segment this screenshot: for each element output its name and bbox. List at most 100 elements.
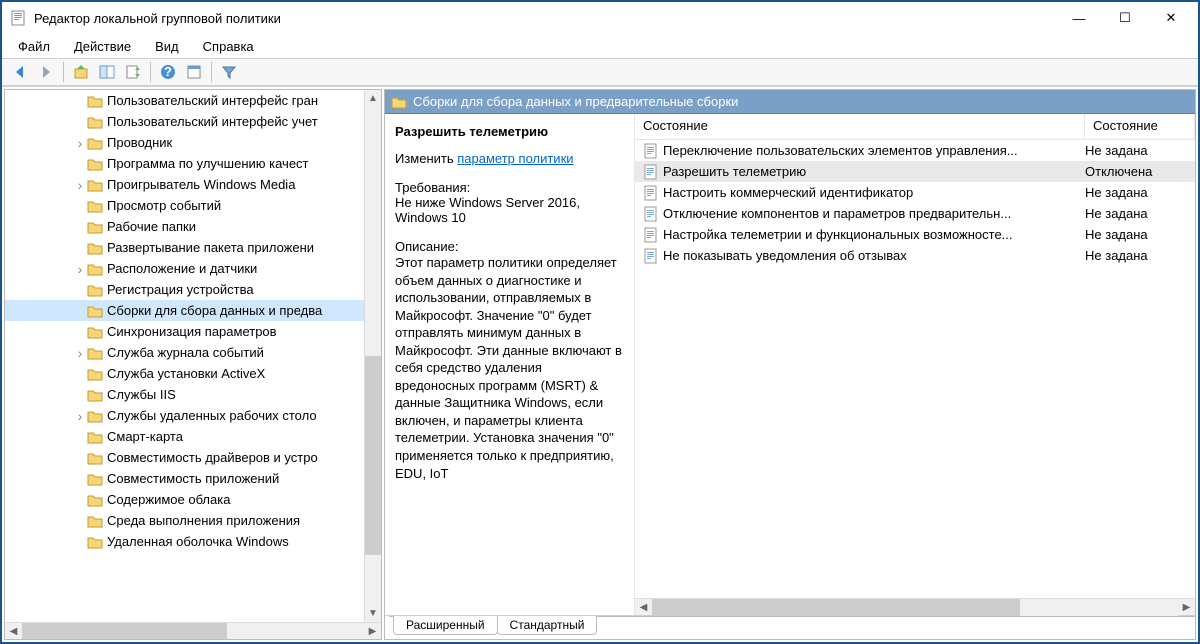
policy-name: Переключение пользовательских элементов … (663, 143, 1085, 158)
folder-icon (87, 115, 103, 129)
policy-row[interactable]: Переключение пользовательских элементов … (635, 140, 1195, 161)
up-button[interactable] (69, 60, 93, 84)
tree-item[interactable]: Регистрация устройства (5, 279, 381, 300)
view-tabs: Расширенный Стандартный (385, 615, 1195, 639)
column-header-state[interactable]: Состояние (1085, 114, 1195, 139)
tree-horizontal-scrollbar[interactable]: ◀ ▶ (5, 622, 381, 639)
policy-name: Настройка телеметрии и функциональных во… (663, 227, 1085, 242)
tree-item[interactable]: Службы удаленных рабочих столо (5, 405, 381, 426)
edit-line: Изменить параметр политики (395, 151, 624, 166)
folder-icon (87, 283, 103, 297)
tree-item-label: Расположение и датчики (107, 261, 257, 276)
forward-button[interactable] (34, 60, 58, 84)
tree-item[interactable]: Совместимость приложений (5, 468, 381, 489)
menu-action[interactable]: Действие (64, 36, 141, 57)
tree-item[interactable]: Расположение и датчики (5, 258, 381, 279)
back-button[interactable] (8, 60, 32, 84)
policy-icon (643, 248, 659, 264)
tree-item[interactable]: Служба установки ActiveX (5, 363, 381, 384)
tree-item[interactable]: Службы IIS (5, 384, 381, 405)
edit-policy-link[interactable]: параметр политики (457, 151, 573, 166)
menu-file[interactable]: Файл (8, 36, 60, 57)
menu-help[interactable]: Справка (193, 36, 264, 57)
tree-item-label: Удаленная оболочка Windows (107, 534, 289, 549)
tree-item-label: Сборки для сбора данных и предва (107, 303, 322, 318)
folder-icon (391, 95, 407, 109)
tree-scroll[interactable]: Пользовательский интерфейс гранПользоват… (5, 90, 381, 622)
policy-row[interactable]: Разрешить телеметриюОтключена (635, 161, 1195, 182)
tree-item[interactable]: Совместимость драйверов и устро (5, 447, 381, 468)
requirements-text: Не ниже Windows Server 2016, Windows 10 (395, 195, 624, 225)
toolbar-separator (150, 62, 151, 82)
tree-item[interactable]: Служба журнала событий (5, 342, 381, 363)
tree-item[interactable]: Сборки для сбора данных и предва (5, 300, 381, 321)
tree-item-label: Служба журнала событий (107, 345, 264, 360)
list-horizontal-scrollbar[interactable]: ◀ ▶ (635, 598, 1195, 615)
tree-item-label: Содержимое облака (107, 492, 230, 507)
folder-icon (87, 346, 103, 360)
scroll-thumb[interactable] (652, 599, 1020, 616)
folder-icon (87, 472, 103, 486)
tree-item[interactable]: Пользовательский интерфейс гран (5, 90, 381, 111)
tree-item-label: Развертывание пакета приложени (107, 240, 314, 255)
scroll-left-icon[interactable]: ◀ (5, 623, 22, 640)
tree-item[interactable]: Программа по улучшению качест (5, 153, 381, 174)
policy-icon (643, 164, 659, 180)
window-title: Редактор локальной групповой политики (34, 11, 1056, 26)
scroll-right-icon[interactable]: ▶ (1178, 599, 1195, 616)
tree-item[interactable]: Рабочие папки (5, 216, 381, 237)
options-button[interactable] (182, 60, 206, 84)
maximize-button[interactable]: ☐ (1102, 3, 1148, 33)
menu-view[interactable]: Вид (145, 36, 189, 57)
help-button[interactable]: ? (156, 60, 180, 84)
scroll-thumb[interactable] (22, 623, 227, 640)
show-hide-button[interactable] (95, 60, 119, 84)
folder-icon (87, 535, 103, 549)
policy-state: Не задана (1085, 143, 1187, 158)
policy-icon (643, 227, 659, 243)
tree-item[interactable]: Удаленная оболочка Windows (5, 531, 381, 552)
tree-item[interactable]: Пользовательский интерфейс учет (5, 111, 381, 132)
tree-item[interactable]: Проводник (5, 132, 381, 153)
tree-item[interactable]: Проигрыватель Windows Media (5, 174, 381, 195)
tree-item[interactable]: Содержимое облака (5, 489, 381, 510)
tab-standard[interactable]: Стандартный (497, 616, 598, 635)
scroll-right-icon[interactable]: ▶ (364, 623, 381, 640)
policy-name: Разрешить телеметрию (663, 164, 1085, 179)
policy-row[interactable]: Отключение компонентов и параметров пред… (635, 203, 1195, 224)
policy-icon (643, 143, 659, 159)
policy-row[interactable]: Не показывать уведомления об отзывахНе з… (635, 245, 1195, 266)
filter-button[interactable] (217, 60, 241, 84)
scroll-thumb[interactable] (365, 356, 382, 555)
policy-row[interactable]: Настройка телеметрии и функциональных во… (635, 224, 1195, 245)
tree-item-label: Рабочие папки (107, 219, 196, 234)
scroll-up-icon[interactable]: ▲ (365, 90, 381, 107)
app-icon (10, 10, 26, 26)
tree-item[interactable]: Просмотр событий (5, 195, 381, 216)
tab-extended[interactable]: Расширенный (393, 616, 498, 635)
tree-item[interactable]: Синхронизация параметров (5, 321, 381, 342)
column-header-name[interactable]: Состояние (635, 114, 1085, 139)
policy-row[interactable]: Настроить коммерческий идентификаторНе з… (635, 182, 1195, 203)
description-text: Этот параметр политики определяет объем … (395, 254, 624, 482)
policy-name: Не показывать уведомления об отзывах (663, 248, 1085, 263)
scroll-left-icon[interactable]: ◀ (635, 599, 652, 616)
detail-pane: Разрешить телеметрию Изменить параметр п… (385, 114, 635, 615)
tree-vertical-scrollbar[interactable]: ▲ ▼ (364, 90, 381, 622)
export-button[interactable] (121, 60, 145, 84)
folder-icon (87, 325, 103, 339)
tree-item[interactable]: Среда выполнения приложения (5, 510, 381, 531)
folder-icon (87, 220, 103, 234)
scroll-down-icon[interactable]: ▼ (365, 605, 381, 622)
tree-item[interactable]: Развертывание пакета приложени (5, 237, 381, 258)
tree-item-label: Проигрыватель Windows Media (107, 177, 295, 192)
tree-item-label: Синхронизация параметров (107, 324, 277, 339)
list-pane: Состояние Состояние Переключение пользов… (635, 114, 1195, 615)
minimize-icon: — (1073, 11, 1086, 26)
policy-state: Не задана (1085, 227, 1187, 242)
tree-item-label: Среда выполнения приложения (107, 513, 300, 528)
close-button[interactable]: ✕ (1148, 3, 1194, 33)
minimize-button[interactable]: — (1056, 3, 1102, 33)
tree-item[interactable]: Смарт-карта (5, 426, 381, 447)
close-icon: ✕ (1166, 10, 1177, 26)
